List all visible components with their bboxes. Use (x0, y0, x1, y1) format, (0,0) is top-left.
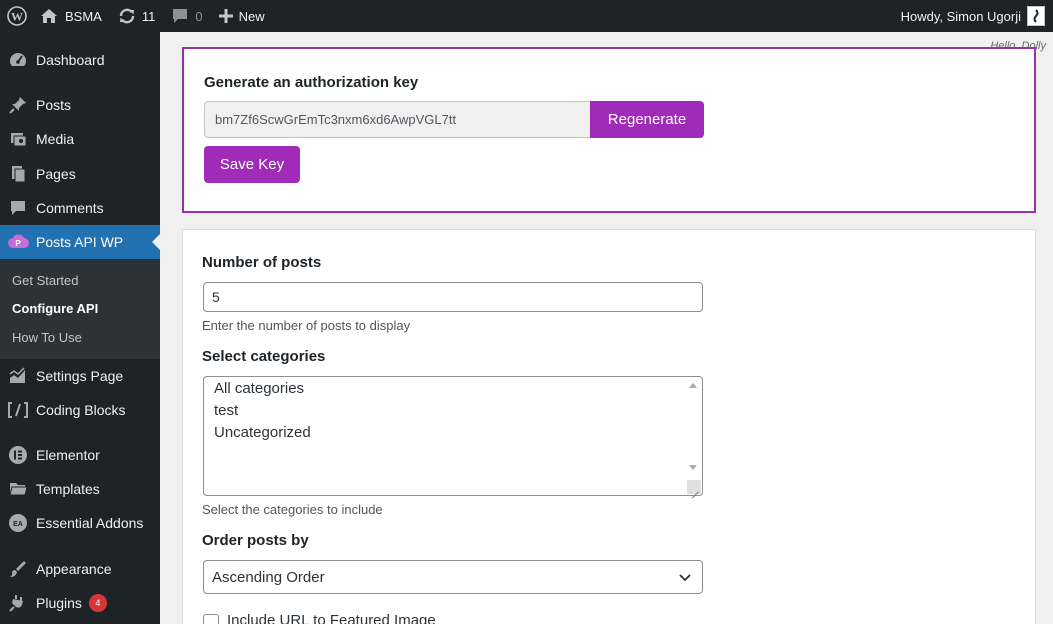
auth-key-panel: Generate an authorization key bm7Zf6ScwG… (182, 47, 1036, 213)
scroll-up-arrow-icon[interactable] (689, 383, 697, 388)
site-name-link[interactable]: BSMA (34, 0, 110, 32)
order-heading: Order posts by (202, 532, 309, 549)
comments-icon (0, 198, 36, 218)
svg-text:P: P (15, 239, 21, 248)
sidebar-item-essential-addons[interactable]: EA Essential Addons (0, 506, 160, 540)
sidebar-item-media[interactable]: Media (0, 122, 160, 156)
sidebar-item-label: Coding Blocks (36, 402, 126, 418)
wordpress-logo-icon[interactable]: W (0, 0, 34, 32)
sidebar-item-label: Settings Page (36, 368, 124, 384)
svg-text:W: W (11, 10, 23, 24)
elementor-icon (0, 445, 36, 465)
sidebar-item-settings-page[interactable]: Settings Page (0, 359, 160, 393)
category-option[interactable]: All categories (214, 380, 304, 397)
chevron-down-icon (678, 570, 692, 588)
admin-bar: W BSMA 11 0 New Howdy, Simon Ugorji (0, 0, 1053, 32)
sidebar-item-label: Comments (36, 200, 104, 216)
folder-icon (0, 479, 36, 499)
sidebar-item-dashboard[interactable]: Dashboard (0, 43, 160, 77)
comments-count: 0 (195, 8, 203, 24)
brush-icon (0, 559, 36, 579)
scroll-down-arrow-icon[interactable] (689, 465, 697, 470)
avatar (1027, 6, 1045, 26)
sidebar-item-label: Essential Addons (36, 515, 144, 531)
my-account-link[interactable]: Howdy, Simon Ugorji (901, 6, 1053, 26)
admin-sidebar: Dashboard Posts Media Pages Comments P P… (0, 32, 160, 624)
posts-api-icon: P (0, 233, 36, 251)
svg-text:EA: EA (13, 521, 23, 528)
settings-chart-icon (0, 366, 36, 386)
new-label: New (238, 8, 265, 24)
sidebar-item-label: Plugins (36, 595, 82, 611)
sidebar-item-comments[interactable]: Comments (0, 191, 160, 225)
featured-image-checkbox[interactable] (203, 614, 219, 624)
updates-link[interactable]: 11 (110, 0, 164, 32)
ea-icon: EA (0, 513, 36, 533)
sidebar-item-posts-api-wp[interactable]: P Posts API WP (0, 225, 160, 259)
sidebar-item-label: Posts (36, 97, 72, 113)
sidebar-item-elementor[interactable]: Elementor (0, 438, 160, 472)
sidebar-item-label: Elementor (36, 447, 100, 463)
submenu-get-started[interactable]: Get Started (12, 273, 78, 288)
sidebar-item-label: Appearance (36, 561, 112, 577)
posts-api-submenu: Get Started Configure API How To Use (0, 259, 160, 359)
sidebar-item-appearance[interactable]: Appearance (0, 552, 160, 586)
greeting: Howdy, Simon Ugorji (900, 8, 1021, 24)
num-posts-heading: Number of posts (202, 254, 322, 271)
sidebar-item-coding-blocks[interactable]: Coding Blocks (0, 393, 160, 427)
settings-panel: Number of posts 5 Enter the number of po… (182, 229, 1036, 624)
featured-image-label: Include URL to Featured Image (227, 612, 436, 624)
save-key-button[interactable]: Save Key (204, 146, 300, 183)
sidebar-item-label: Dashboard (36, 52, 105, 68)
sidebar-item-pages[interactable]: Pages (0, 157, 160, 191)
num-posts-description: Enter the number of posts to display (202, 318, 411, 333)
sidebar-item-label: Media (36, 131, 75, 147)
submenu-configure-api[interactable]: Configure API (12, 301, 98, 316)
categories-description: Select the categories to include (202, 502, 383, 517)
media-icon (0, 129, 36, 149)
categories-listbox[interactable]: All categories test Uncategorized (203, 376, 703, 496)
home-icon (40, 8, 58, 24)
order-selected-value: Ascending Order (212, 568, 325, 586)
plugin-icon (0, 593, 36, 613)
sidebar-item-label: Templates (36, 481, 100, 497)
code-brackets-icon (0, 401, 36, 419)
num-posts-input[interactable]: 5 (203, 282, 703, 312)
sidebar-item-label: Pages (36, 166, 76, 182)
comment-bubble-icon (171, 8, 189, 24)
updates-count: 11 (141, 8, 156, 24)
category-option[interactable]: Uncategorized (214, 424, 311, 441)
pages-icon (0, 164, 36, 184)
pin-icon (0, 95, 36, 115)
category-option[interactable]: test (214, 402, 238, 419)
sidebar-item-plugins[interactable]: Plugins 4 (0, 586, 160, 620)
auth-key-field[interactable]: bm7Zf6ScwGrEmTc3nxm6xd6AwpVGL7tt (204, 101, 592, 138)
dashboard-icon (0, 50, 36, 70)
plus-icon (218, 9, 233, 23)
sidebar-item-templates[interactable]: Templates (0, 472, 160, 506)
auth-key-heading: Generate an authorization key (204, 74, 419, 91)
new-content-link[interactable]: New (211, 0, 273, 32)
categories-heading: Select categories (202, 348, 326, 365)
updates-icon (118, 7, 136, 25)
sidebar-item-label: Posts API WP (36, 234, 124, 250)
submenu-how-to-use[interactable]: How To Use (12, 330, 82, 345)
sidebar-item-posts[interactable]: Posts (0, 88, 160, 122)
resize-handle-icon[interactable] (687, 480, 701, 494)
plugins-update-badge: 4 (88, 594, 107, 612)
comments-link[interactable]: 0 (163, 0, 210, 32)
regenerate-button[interactable]: Regenerate (590, 101, 704, 138)
site-name: BSMA (65, 8, 102, 24)
order-select[interactable]: Ascending Order (203, 560, 703, 594)
